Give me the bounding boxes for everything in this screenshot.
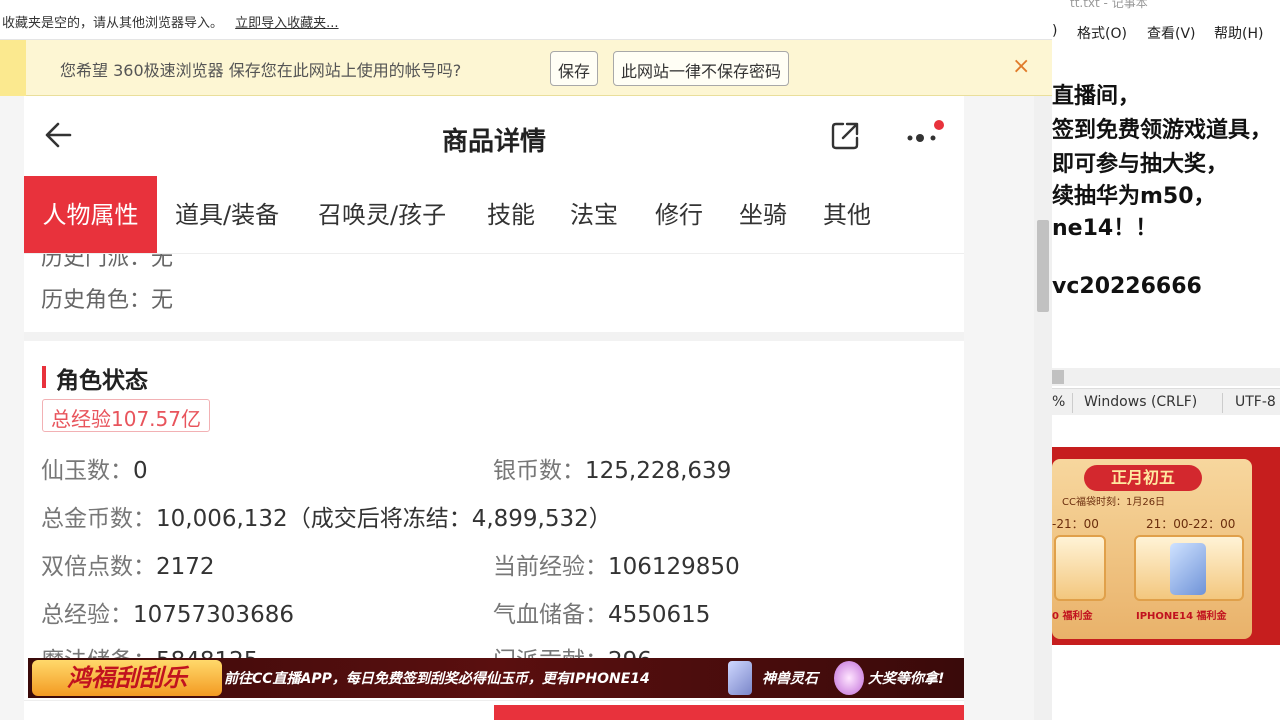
stat-value: 125,228,639 [585,458,732,484]
menu-item-view[interactable]: 查看(V) [1147,23,1196,43]
stat-label: 当前经验： [493,554,608,580]
notepad-title: tt.txt - 记事本 [1070,0,1148,10]
notepad-line: 直播间， [1052,84,1141,109]
history-role-label: 历史角色： [41,288,152,313]
import-bookmarks-link[interactable]: 立即导入收藏夹... [235,16,338,31]
phone-icon [728,661,752,695]
tab-character-attributes[interactable]: 人物属性 [24,176,157,253]
status-encoding: UTF-8 [1235,394,1276,410]
prize-caption: IPHONE14 福利金 [1136,611,1227,622]
menu-item-edit[interactable]: ) [1052,23,1057,39]
bookmark-bar: 收藏夹是空的，请从其他浏览器导入。 立即导入收藏夹... [0,0,1052,40]
notepad-status-bar: % Windows (CRLF) UTF-8 [1052,388,1280,415]
bookmark-empty-message: 收藏夹是空的，请从其他浏览器导入。 [2,16,224,31]
history-partial-row: 历史门派：无 [41,254,174,271]
tab-summons-children[interactable]: 召唤灵/孩子 [318,176,446,253]
screen: 收藏夹是空的，请从其他浏览器导入。 立即导入收藏夹... 您希望 360极速浏览… [0,0,1280,720]
section-title: 角色状态 [56,368,148,394]
notepad-line: 续抽华为m50， [1052,184,1216,209]
category-tabs: 人物属性 道具/装备 召唤灵/孩子 技能 法宝 修行 坐骑 其他 [24,176,964,254]
never-save-password-button[interactable]: 此网站一律不保存密码 [613,51,790,86]
stat-silver: 银币数：125,228,639 [493,451,731,485]
stat-value: 10757303686 [133,602,294,628]
stat-total-exp: 总经验：10757303686 [41,595,294,629]
buy-button[interactable] [494,705,964,720]
stat-gold: 总金币数：10,006,132（成交后将冻结：4,899,532） [41,499,612,533]
section-marker [42,366,46,388]
share-icon[interactable] [828,119,862,153]
promo-subtitle: CC福袋时刻：1月26日 [1062,497,1166,508]
notepad-line: ne14！！ [1052,216,1158,241]
status-divider [1072,393,1073,413]
stat-label: 总金币数： [41,506,156,532]
save-password-button[interactable]: 保存 [550,51,599,86]
scrollbar-thumb[interactable] [1037,220,1049,312]
notepad-line: vc20226666 [1052,274,1202,299]
stat-double-points: 双倍点数：2172 [41,547,215,581]
stat-value: 2172 [156,554,215,580]
tab-other[interactable]: 其他 [823,176,871,253]
status-divider [1222,393,1223,413]
prize-caption: 0 福利金 [1052,611,1093,622]
status-line-ending: Windows (CRLF) [1084,394,1198,410]
total-exp-badge: 总经验107.57亿 [42,399,210,432]
stat-value: 0 [133,458,148,484]
notepad-horizontal-scrollbar[interactable] [1052,368,1280,386]
page-header: 商品详情 [24,96,964,176]
stat-value: 106129850 [608,554,740,580]
promo-time-1: -21：00 [1052,517,1099,531]
product-detail-page: 商品详情 人物属性 道具/装备 召唤灵/孩子 技能 法宝 修行 坐骑 其他 历史… [24,96,964,720]
stat-value: 4550615 [608,602,711,628]
stat-label: 银币数： [493,458,585,484]
lottery-banner-ad[interactable]: 鸿福刮刮乐 前往CC直播APP，每日免费签到刮奖必得仙玉币，更有IPHONE14… [28,658,964,698]
history-section: 历史门派：无 历史角色：无 [24,254,964,332]
tab-cultivation[interactable]: 修行 [655,176,703,253]
notepad-line: 签到免费领游戏道具， [1052,118,1273,143]
stat-label: 气血储备： [493,602,608,628]
stat-hp-reserve: 气血储备：4550615 [493,595,710,629]
stat-jade: 仙玉数：0 [41,451,148,485]
scrollbar-thumb[interactable] [1052,370,1064,384]
tab-treasures[interactable]: 法宝 [570,176,618,253]
menu-item-help[interactable]: 帮助(H) [1214,23,1263,43]
tab-mounts[interactable]: 坐骑 [739,176,787,253]
stat-label: 双倍点数： [41,554,156,580]
close-icon[interactable]: × [1012,54,1030,79]
page-scrollbar[interactable] [1034,96,1052,720]
stat-label: 总经验： [41,602,133,628]
tab-skills[interactable]: 技能 [487,176,535,253]
stat-current-exp: 当前经验：106129850 [493,547,740,581]
status-zoom: % [1052,394,1066,410]
browser-window: 收藏夹是空的，请从其他浏览器导入。 立即导入收藏夹... 您希望 360极速浏览… [0,0,1052,720]
banner-text-2: 神兽灵石 [762,671,818,687]
banner-logo: 鸿福刮刮乐 [32,660,222,696]
spirit-stone-icon [834,661,864,695]
prize-card [1054,535,1106,601]
promo-title: 正月初五 [1084,465,1202,491]
save-password-message: 您希望 360极速浏览器 保存您在此网站上使用的帐号吗? [60,61,462,80]
stat-label: 仙玉数： [41,458,133,484]
save-password-bar: 您希望 360极速浏览器 保存您在此网站上使用的帐号吗? 保存 此网站一律不保存… [0,40,1052,96]
notepad-menu-bar: ) 格式(O) 查看(V) 帮助(H) [1052,20,1280,44]
banner-text-3: 大奖等你拿! [868,671,945,687]
phone-icon [1170,543,1206,595]
notepad-window: tt.txt - 记事本 ) 格式(O) 查看(V) 帮助(H) 直播间， 签到… [1052,0,1280,415]
history-role-value: 无 [151,288,174,313]
notepad-line: 即可参与抽大奖， [1052,152,1229,177]
more-icon[interactable] [904,120,944,154]
cc-promo-ad[interactable]: 正月初五 CC福袋时刻：1月26日 -21：00 21：00-22：00 0 福… [1052,447,1280,645]
menu-item-format[interactable]: 格式(O) [1077,23,1127,43]
bottom-action-bar [24,700,964,720]
page-title: 商品详情 [441,127,546,157]
tab-items-equipment[interactable]: 道具/装备 [175,176,279,253]
history-role-row: 历史角色：无 [41,282,173,314]
infobar-accent [0,40,26,96]
banner-text: 前往CC直播APP，每日免费签到刮奖必得仙玉币，更有IPHONE14 [224,671,650,687]
stat-value: 10,006,132（成交后将冻结：4,899,532） [156,506,612,532]
promo-time-2: 21：00-22：00 [1146,517,1236,531]
notepad-title-bar: tt.txt - 记事本 [1052,0,1280,12]
